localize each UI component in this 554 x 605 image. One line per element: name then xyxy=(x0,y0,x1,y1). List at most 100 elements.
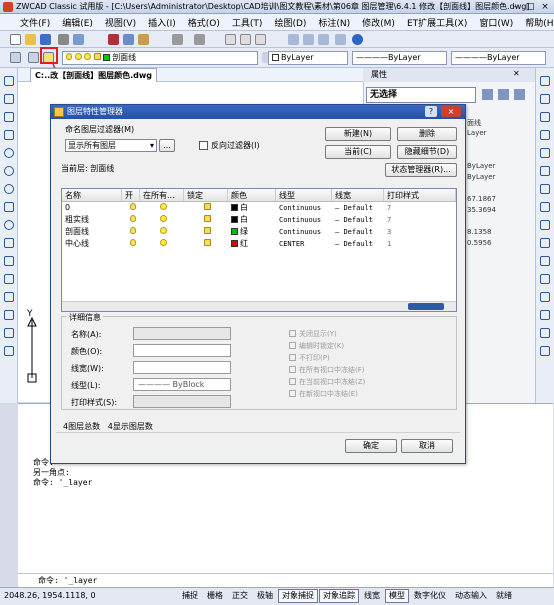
layer-linetype[interactable]: Continuous xyxy=(276,226,332,238)
line-icon[interactable] xyxy=(4,76,14,86)
detail-color-field[interactable] xyxy=(133,344,231,357)
layer-lineweight[interactable]: — Default xyxy=(332,238,384,250)
ok-button[interactable]: 确定 xyxy=(345,439,397,453)
stretch-icon[interactable] xyxy=(540,220,550,230)
grid-toggle[interactable]: 栅格 xyxy=(203,589,227,603)
lock-icon[interactable] xyxy=(184,202,228,214)
scale-icon[interactable] xyxy=(540,202,550,212)
filter-more-button[interactable]: ... xyxy=(159,139,175,152)
menu-et-tools[interactable]: ET扩展工具(X) xyxy=(401,16,473,29)
array-icon[interactable] xyxy=(540,148,550,158)
sun-icon[interactable] xyxy=(140,238,184,250)
table-icon[interactable] xyxy=(4,328,14,338)
trim-icon[interactable] xyxy=(540,238,550,248)
cancel-button[interactable]: 取消 xyxy=(401,439,453,453)
preview-icon[interactable] xyxy=(73,34,84,45)
open-icon[interactable] xyxy=(25,34,36,45)
extend-icon[interactable] xyxy=(540,256,550,266)
otrack-toggle[interactable]: 对象追踪 xyxy=(319,589,359,603)
pickadd-icon[interactable] xyxy=(514,89,525,100)
option-off[interactable]: 关闭显示(Y) xyxy=(289,329,337,339)
layer-lineweight[interactable]: — Default xyxy=(332,214,384,226)
close-icon[interactable]: × xyxy=(538,1,552,13)
color-combo[interactable]: ByLayer xyxy=(268,51,348,65)
detail-linetype-field[interactable]: ———— ByBlock xyxy=(133,378,231,391)
new-layer-button[interactable]: 新建(N) xyxy=(325,127,391,141)
layer-row[interactable]: 粗实线 白 Continuous — Default 7 xyxy=(62,214,456,226)
layer-state-icon[interactable] xyxy=(10,52,21,63)
region-icon[interactable] xyxy=(4,310,14,320)
offset-icon[interactable] xyxy=(540,130,550,140)
option-freeze-new[interactable]: 在新视口中冻结(E) xyxy=(289,389,358,399)
detail-plotstyle-field[interactable] xyxy=(133,395,231,408)
rotate-icon[interactable] xyxy=(540,184,550,194)
layer-linetype[interactable]: CENTER xyxy=(276,238,332,250)
arc-icon[interactable] xyxy=(4,148,14,158)
make-block-icon[interactable] xyxy=(4,256,14,266)
zoom-window-icon[interactable] xyxy=(255,34,266,45)
new-icon[interactable] xyxy=(10,34,21,45)
menu-format[interactable]: 格式(O) xyxy=(182,16,226,29)
mirror-icon[interactable] xyxy=(540,112,550,122)
lock-icon[interactable] xyxy=(184,238,228,250)
layer-linetype[interactable]: Continuous xyxy=(276,202,332,214)
menu-help[interactable]: 帮助(H) xyxy=(519,16,554,29)
detail-lineweight-field[interactable] xyxy=(133,361,231,374)
cloud-icon[interactable] xyxy=(4,184,14,194)
detail-name-field[interactable] xyxy=(133,327,231,340)
ellipse-icon[interactable] xyxy=(4,220,14,230)
properties-icon[interactable] xyxy=(288,34,299,45)
design-center-icon[interactable] xyxy=(303,34,314,45)
calculator-icon[interactable] xyxy=(335,34,346,45)
polygon-icon[interactable] xyxy=(4,112,14,122)
layer-row[interactable]: 剖面线 绿 Continuous — Default 3 xyxy=(62,226,456,238)
option-lock[interactable]: 编辑时锁定(K) xyxy=(289,341,344,351)
layer-combo[interactable]: 剖面线 xyxy=(62,51,258,65)
option-noplot[interactable]: 不打印(P) xyxy=(289,353,330,363)
col-plotstyle[interactable]: 打印样式 xyxy=(384,189,456,201)
menu-tools[interactable]: 工具(T) xyxy=(226,16,269,29)
state-manager-button[interactable]: 状态管理器(R)... xyxy=(385,163,457,177)
maximize-icon[interactable]: □ xyxy=(523,1,537,13)
undo-icon[interactable] xyxy=(172,34,183,45)
polyline-icon[interactable] xyxy=(4,94,14,104)
menu-dimension[interactable]: 标注(N) xyxy=(312,16,356,29)
linetype-combo[interactable]: ————ByLayer xyxy=(352,51,447,65)
menu-window[interactable]: 窗口(W) xyxy=(473,16,519,29)
zoom-realtime-icon[interactable] xyxy=(240,34,251,45)
option-freeze-current[interactable]: 在当前视口中冻结(Z) xyxy=(289,377,365,387)
col-on[interactable]: 开 xyxy=(122,189,140,201)
delete-layer-button[interactable]: 删除 xyxy=(397,127,457,141)
dynamic-input-toggle[interactable]: 动态输入 xyxy=(451,589,491,603)
menu-modify[interactable]: 修改(M) xyxy=(356,16,401,29)
cut-icon[interactable] xyxy=(108,34,119,45)
copy-icon[interactable] xyxy=(123,34,134,45)
command-input[interactable]: 命令: '_layer xyxy=(18,573,553,587)
filter-combo[interactable]: 显示所有图层 ▾ xyxy=(65,139,157,152)
layer-linetype[interactable]: Continuous xyxy=(276,214,332,226)
bulb-icon[interactable] xyxy=(122,226,140,238)
col-linetype[interactable]: 线型 xyxy=(276,189,332,201)
copy-object-icon[interactable] xyxy=(540,94,550,104)
circle-icon[interactable] xyxy=(4,166,14,176)
menu-edit[interactable]: 编辑(E) xyxy=(56,16,99,29)
erase-icon[interactable] xyxy=(540,76,550,86)
option-freeze-all[interactable]: 在所有视口中冻结(F) xyxy=(289,365,365,375)
redo-icon[interactable] xyxy=(194,34,205,45)
print-icon[interactable] xyxy=(58,34,69,45)
layer-color[interactable]: 绿 xyxy=(228,226,276,238)
layer-color[interactable]: 红 xyxy=(228,238,276,250)
sun-icon[interactable] xyxy=(140,214,184,226)
tool-palette-icon[interactable] xyxy=(318,34,329,45)
paste-icon[interactable] xyxy=(138,34,149,45)
bulb-icon[interactable] xyxy=(122,202,140,214)
explode-icon[interactable] xyxy=(540,346,550,356)
model-toggle[interactable]: 模型 xyxy=(385,589,409,603)
sun-icon[interactable] xyxy=(140,202,184,214)
lock-icon[interactable] xyxy=(184,214,228,226)
chamfer-icon[interactable] xyxy=(540,310,550,320)
select-objects-icon[interactable] xyxy=(498,89,509,100)
bulb-icon[interactable] xyxy=(122,238,140,250)
insert-block-icon[interactable] xyxy=(4,238,14,248)
polar-toggle[interactable]: 极轴 xyxy=(253,589,277,603)
